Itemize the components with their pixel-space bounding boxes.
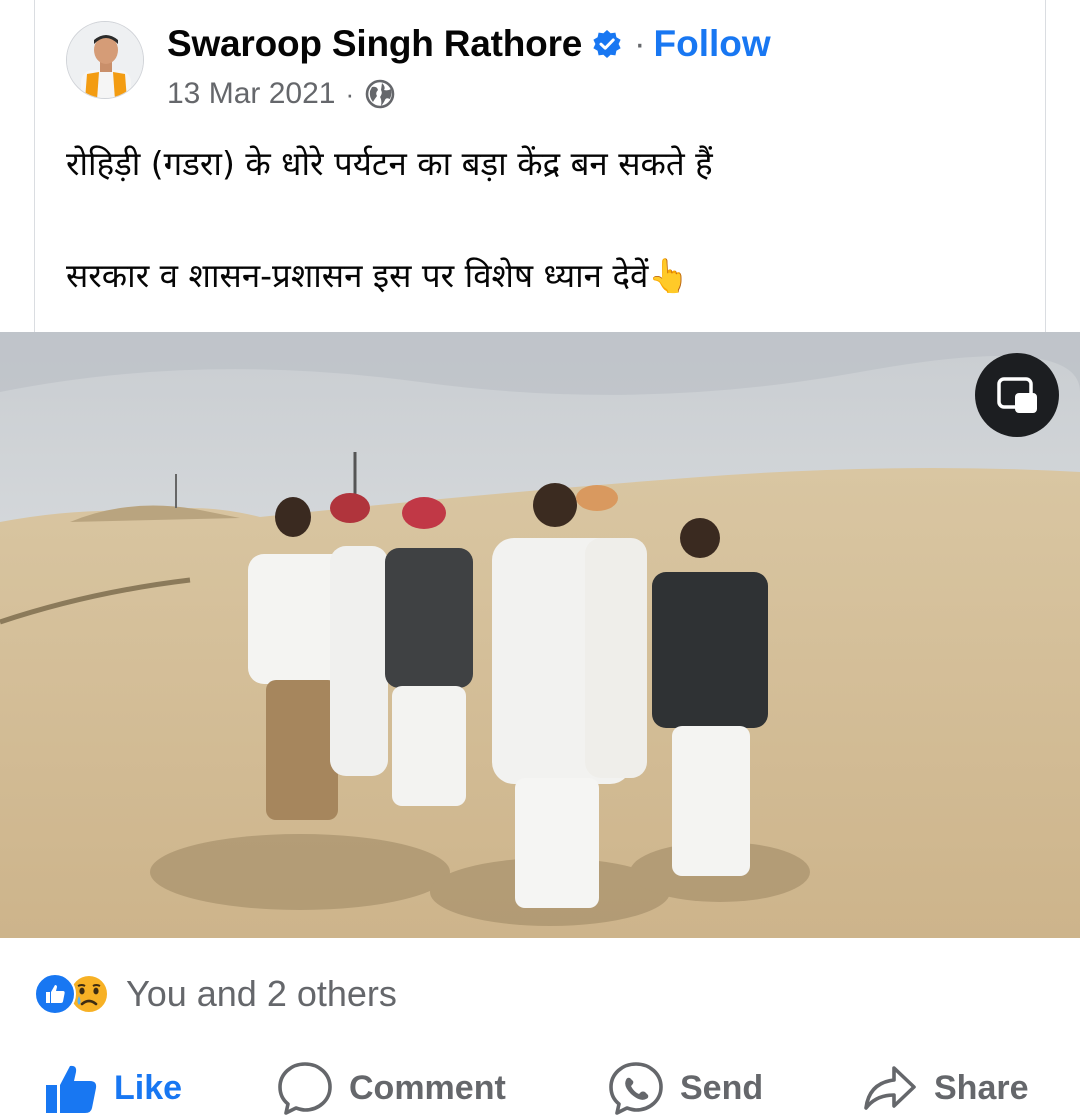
author-row: Swaroop Singh Rathore · Follow bbox=[167, 20, 771, 68]
globe-icon bbox=[365, 79, 395, 109]
thumbs-up-icon bbox=[46, 1065, 97, 1113]
share-button[interactable]: Share bbox=[862, 1060, 1029, 1116]
post-date[interactable]: 13 Mar 2021 bbox=[167, 77, 335, 111]
author-name[interactable]: Swaroop Singh Rathore bbox=[167, 23, 582, 65]
like-reaction-icon bbox=[34, 973, 76, 1015]
reactions-summary[interactable]: You and 2 others bbox=[34, 966, 397, 1022]
post-action-bar: Like Comment Send Share bbox=[0, 1054, 1080, 1119]
post-text-line: रोहिड़ी (गडरा) के धोरे पर्यटन का बड़ा के… bbox=[66, 144, 713, 183]
like-button[interactable]: Like bbox=[44, 1060, 182, 1116]
picture-in-picture-button[interactable] bbox=[975, 353, 1059, 437]
post-text-line: सरकार व शासन-प्रशासन इस पर विशेष ध्यान द… bbox=[66, 256, 690, 295]
author-avatar[interactable] bbox=[66, 21, 144, 99]
comment-button[interactable]: Comment bbox=[277, 1060, 506, 1116]
reactions-text: You and 2 others bbox=[126, 973, 397, 1014]
post-photo[interactable] bbox=[0, 332, 1080, 938]
messenger-icon bbox=[609, 1062, 663, 1115]
meta-separator: · bbox=[345, 78, 355, 109]
share-label: Share bbox=[934, 1068, 1029, 1107]
send-button[interactable]: Send bbox=[608, 1060, 763, 1116]
follow-button[interactable]: Follow bbox=[654, 23, 771, 65]
comment-label: Comment bbox=[349, 1068, 506, 1107]
verified-badge-icon bbox=[593, 30, 621, 58]
like-label: Like bbox=[114, 1068, 183, 1107]
post-meta: 13 Mar 2021 · bbox=[167, 74, 396, 114]
separator-dot: · bbox=[634, 24, 646, 63]
picture-in-picture-icon bbox=[997, 377, 1037, 413]
post-text: रोहिड़ी (गडरा) के धोरे पर्यटन का बड़ा के… bbox=[66, 140, 1006, 300]
comment-bubble-icon bbox=[278, 1062, 332, 1115]
share-arrow-icon bbox=[864, 1066, 916, 1110]
send-label: Send bbox=[680, 1068, 764, 1107]
